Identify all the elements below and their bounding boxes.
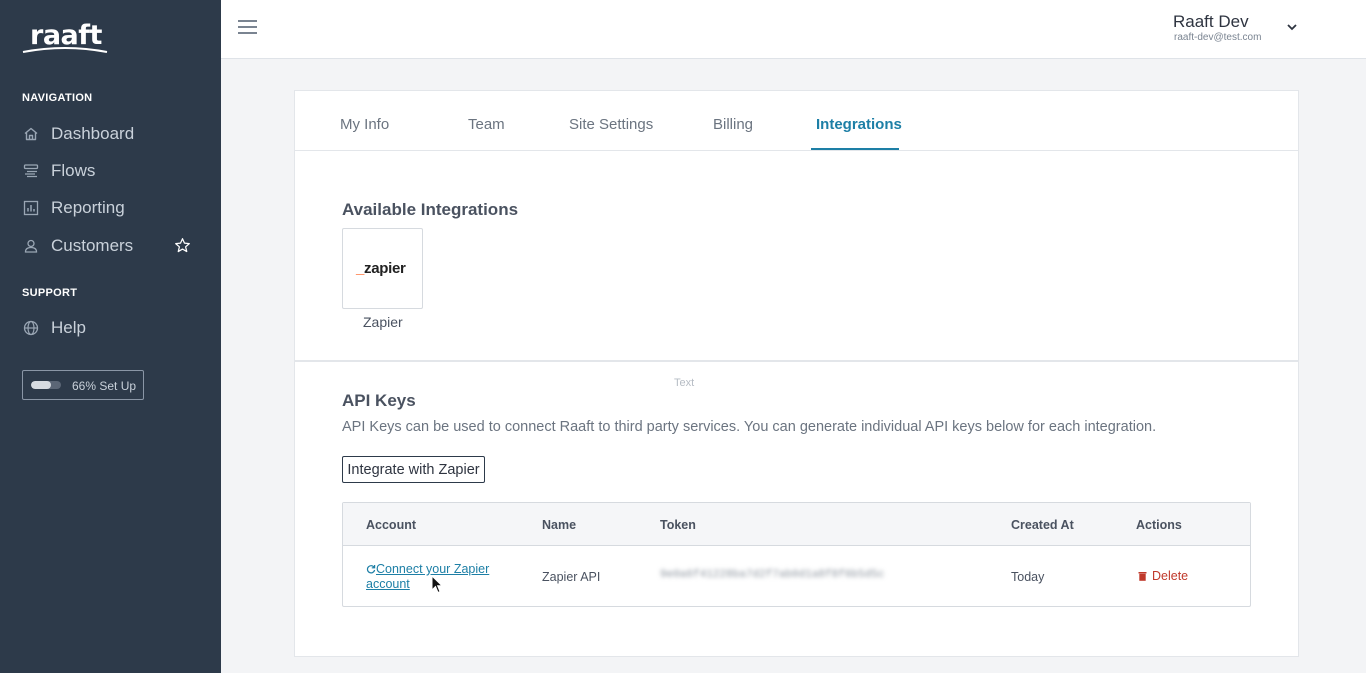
settings-card: My Info Team Site Settings Billing Integ…	[294, 90, 1299, 657]
tab-site-settings[interactable]: Site Settings	[569, 116, 653, 133]
column-header-token: Token	[660, 518, 696, 532]
column-header-created-at: Created At	[1011, 518, 1074, 532]
zapier-caption: Zapier	[363, 314, 403, 330]
delete-api-key-button[interactable]: Delete	[1138, 569, 1188, 583]
table-header: Account Name Token Created At Actions	[343, 503, 1250, 546]
top-bar: Raaft Dev raaft-dev@test.com	[221, 0, 1366, 59]
user-icon	[24, 239, 38, 253]
tab-integrations[interactable]: Integrations	[816, 116, 902, 133]
column-header-actions: Actions	[1136, 518, 1182, 532]
api-keys-table: Account Name Token Created At Actions Co…	[342, 502, 1251, 607]
api-key-created-at: Today	[1011, 570, 1045, 584]
setup-progress-bar	[31, 381, 61, 389]
api-keys-title: API Keys	[342, 391, 416, 410]
tab-my-info[interactable]: My Info	[340, 116, 389, 133]
sidebar-item-label: Reporting	[51, 198, 125, 217]
sidebar-item-dashboard[interactable]: Dashboard	[0, 117, 221, 151]
delete-label: Delete	[1152, 569, 1189, 583]
setup-progress-button[interactable]: 66% Set Up	[22, 370, 144, 400]
raaft-logo[interactable]: raaft	[22, 20, 108, 56]
zapier-logo: _zapier	[356, 260, 406, 277]
reporting-icon	[23, 200, 39, 216]
sidebar-item-label: Flows	[51, 161, 96, 180]
star-icon[interactable]	[174, 237, 191, 254]
sidebar: raaft NAVIGATION Dashboard Flows Reporti…	[0, 0, 221, 673]
mouse-cursor-icon	[431, 575, 443, 594]
refresh-icon	[366, 565, 376, 574]
column-header-account: Account	[366, 518, 416, 532]
active-tab-indicator	[811, 148, 899, 150]
placeholder-text: Text	[674, 377, 695, 389]
integrate-with-zapier-button[interactable]: Integrate with Zapier	[342, 456, 485, 483]
zapier-integration-tile[interactable]: _zapier	[342, 228, 423, 309]
api-token-value[interactable]: 9e0a6f41228ba7d2f7ab0d1a8f8f6b5d5c	[660, 569, 884, 583]
setup-progress-fill	[31, 381, 51, 389]
sidebar-item-customers[interactable]: Customers	[0, 229, 221, 263]
flows-icon	[23, 164, 39, 178]
setup-progress-label: 66% Set Up	[72, 379, 137, 393]
tab-team[interactable]: Team	[468, 116, 505, 133]
sidebar-item-flows[interactable]: Flows	[0, 154, 221, 188]
section-divider	[295, 360, 1298, 362]
support-heading: SUPPORT	[22, 287, 78, 299]
sidebar-item-reporting[interactable]: Reporting	[0, 191, 221, 225]
settings-tabs: My Info Team Site Settings Billing Integ…	[295, 91, 1298, 151]
sidebar-item-help[interactable]: Help	[0, 311, 221, 345]
api-key-name: Zapier API	[542, 570, 601, 584]
home-icon	[24, 127, 38, 141]
trash-icon	[1138, 572, 1147, 581]
sidebar-item-label: Help	[51, 318, 86, 337]
api-keys-description: API Keys can be used to connect Raaft to…	[342, 419, 1157, 435]
logo-swoosh-icon	[22, 47, 108, 53]
sidebar-item-label: Customers	[51, 236, 134, 255]
hamburger-menu-icon[interactable]	[238, 18, 258, 36]
user-name[interactable]: Raaft Dev	[1173, 12, 1249, 32]
globe-icon	[23, 320, 39, 336]
user-email: raaft-dev@test.com	[1174, 32, 1262, 43]
available-integrations-title: Available Integrations	[342, 200, 519, 219]
chevron-down-icon[interactable]	[1285, 20, 1299, 34]
sidebar-item-label: Dashboard	[51, 124, 135, 143]
tab-billing[interactable]: Billing	[713, 116, 753, 133]
column-header-name: Name	[542, 518, 577, 532]
navigation-heading: NAVIGATION	[22, 92, 93, 104]
